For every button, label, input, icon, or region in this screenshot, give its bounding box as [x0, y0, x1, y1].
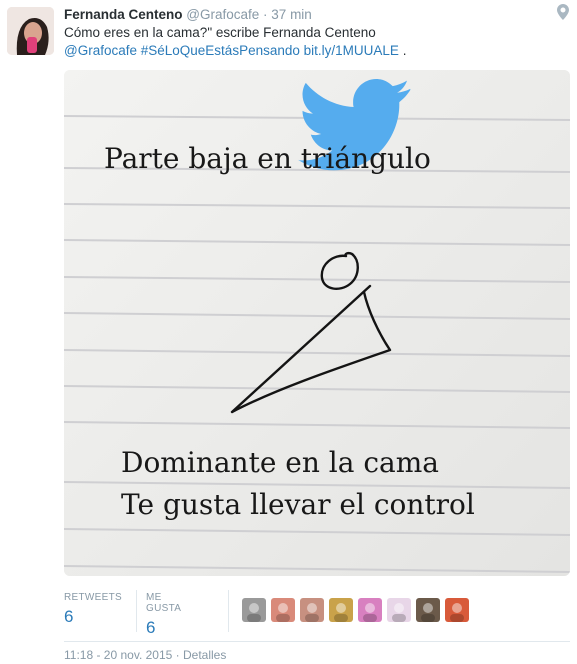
mention-link[interactable]: @Grafocafe [64, 43, 137, 58]
tweet-media[interactable]: Parte baja en triángulo Dominante en la … [64, 70, 570, 576]
trailing-text: . [402, 43, 407, 58]
caption-bottom-line-2: Te gusta llevar el control [121, 488, 475, 521]
header-separator: · [263, 7, 268, 22]
retweets-label: RETWEETS [64, 592, 122, 603]
author-handle[interactable]: @Grafocafe [186, 7, 259, 22]
caption-bottom-line-1: Dominante en la cama [121, 446, 439, 479]
stats-divider [136, 590, 137, 632]
tweet-timestamp[interactable]: 11:18 - 20 nov. 2015 [64, 648, 172, 662]
liker-avatar-2[interactable] [271, 598, 295, 622]
likes-label: ME GUSTA [146, 592, 182, 614]
liker-avatar-4[interactable] [329, 598, 353, 622]
likes-count: 6 [146, 618, 156, 637]
author-avatar[interactable] [7, 7, 54, 55]
liker-avatar-6[interactable] [387, 598, 411, 622]
liker-avatar-8[interactable] [445, 598, 469, 622]
tweet-footer: 11:18 - 20 nov. 2015 · Detalles [64, 648, 226, 662]
tweet-text-line: Cómo eres en la cama?" escribe Fernanda … [64, 25, 376, 40]
retweets-count: 6 [64, 607, 74, 626]
location-pin-icon[interactable] [557, 4, 569, 20]
caption-top: Parte baja en triángulo [104, 142, 431, 175]
likes-stat[interactable]: ME GUSTA 6 [146, 592, 181, 638]
author-avatar-image [7, 7, 54, 55]
liker-avatar-1[interactable] [242, 598, 266, 622]
author-name[interactable]: Fernanda Centeno [64, 7, 183, 22]
url-link[interactable]: bit.ly/1MUUALE [304, 43, 399, 58]
retweets-stat[interactable]: RETWEETS 6 [64, 592, 122, 627]
tweet-time[interactable]: 37 min [271, 7, 312, 22]
hashtag-link[interactable]: #SéLoQueEstásPensando [141, 43, 300, 58]
footer-separator: · [175, 648, 180, 662]
liker-avatar-5[interactable] [358, 598, 382, 622]
tweet-text: Cómo eres en la cama?" escribe Fernanda … [64, 24, 564, 60]
liker-avatar-3[interactable] [300, 598, 324, 622]
stats-divider [228, 590, 229, 632]
liker-avatar-7[interactable] [416, 598, 440, 622]
footer-divider [64, 641, 570, 642]
tweet-header: Fernanda Centeno @Grafocafe · 37 min [64, 7, 312, 22]
details-link[interactable]: Detalles [183, 648, 226, 662]
